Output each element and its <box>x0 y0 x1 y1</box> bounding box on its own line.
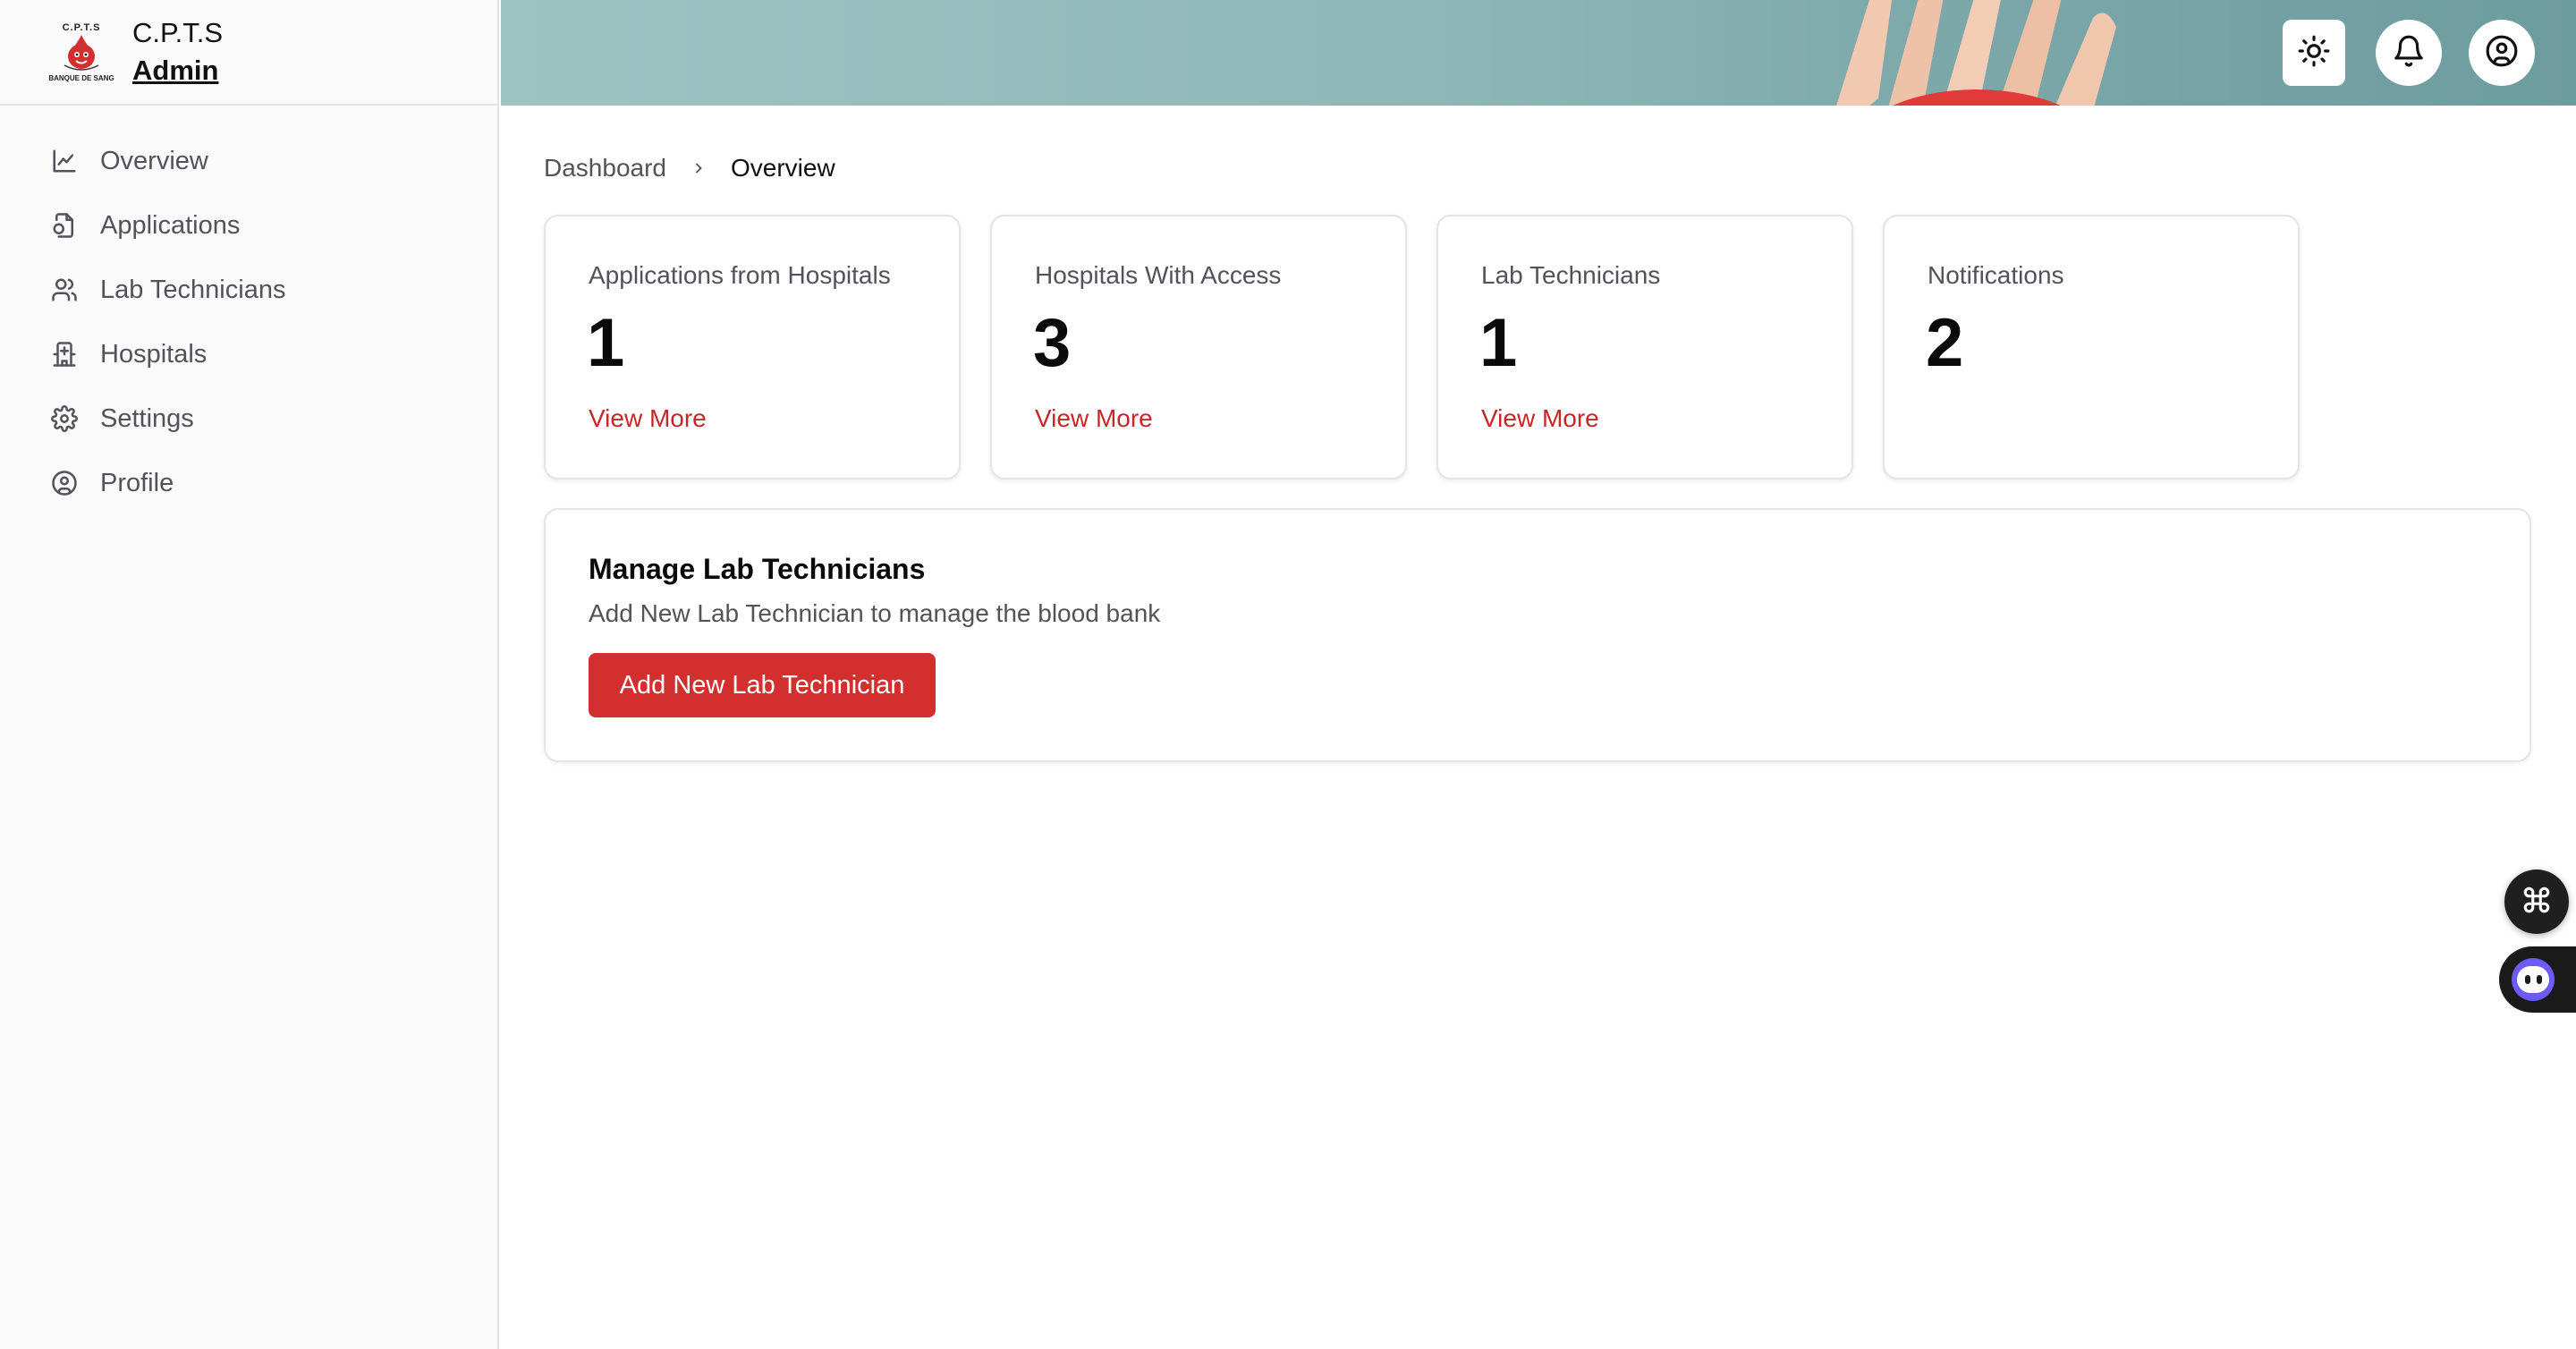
hand-holding-heart-image <box>1836 0 2116 106</box>
brand-name: C.P.T.S <box>132 17 224 49</box>
breadcrumb-current: Overview <box>730 154 835 182</box>
stat-value: 1 <box>587 305 625 381</box>
add-lab-technician-button[interactable]: Add New Lab Technician <box>589 653 936 717</box>
sidebar-item-label: Applications <box>100 210 241 240</box>
sidebar-item-hospitals[interactable]: Hospitals <box>0 322 497 386</box>
manage-card-description: Add New Lab Technician to manage the blo… <box>589 599 1161 627</box>
stat-card-hospitals: Hospitals With Access 3 View More <box>990 215 1407 479</box>
stat-card-lab-technicians: Lab Technicians 1 View More <box>1436 215 1853 479</box>
manage-lab-technicians-card: Manage Lab Technicians Add New Lab Techn… <box>544 508 2531 762</box>
main-content: Dashboard Overview Applications from Hos… <box>501 106 2576 1349</box>
sidebar-item-profile[interactable]: Profile <box>0 451 497 515</box>
breadcrumb: Dashboard Overview <box>544 154 835 182</box>
account-button[interactable] <box>2469 20 2535 86</box>
sidebar-item-lab-technicians[interactable]: Lab Technicians <box>0 258 497 322</box>
stat-value: 1 <box>1479 305 1518 381</box>
sidebar-item-overview[interactable]: Overview <box>0 129 497 193</box>
hospital-icon <box>50 340 79 369</box>
gear-icon <box>50 404 79 433</box>
view-more-link[interactable]: View More <box>1481 404 1599 433</box>
stat-value: 2 <box>1926 305 1964 381</box>
sidebar-item-applications[interactable]: Applications <box>0 193 497 258</box>
view-more-link[interactable]: View More <box>589 404 707 433</box>
view-more-link[interactable]: View More <box>1035 404 1153 433</box>
stat-card-applications: Applications from Hospitals 1 View More <box>544 215 961 479</box>
command-menu-button[interactable] <box>2504 870 2569 934</box>
brand-text: C.P.T.S Admin <box>132 17 223 86</box>
sidebar: C.P.T.S BANQUE DE SANG C.P.T.S Admin Ove <box>0 0 499 1349</box>
sidebar-item-label: Hospitals <box>100 339 208 369</box>
user-circle-icon <box>2485 34 2519 72</box>
sidebar-item-label: Overview <box>100 146 208 175</box>
sidebar-item-settings[interactable]: Settings <box>0 386 497 451</box>
stat-card-notifications: Notifications 2 <box>1883 215 2300 479</box>
line-chart-icon <box>50 147 79 175</box>
sidebar-item-label: Settings <box>100 403 194 433</box>
sidebar-item-label: Lab Technicians <box>100 275 286 304</box>
theme-toggle-button[interactable] <box>2283 20 2345 86</box>
user-circle-icon <box>50 469 79 497</box>
logo-top-text: C.P.T.S <box>62 21 101 33</box>
sidebar-nav: Overview Applications Lab Technicians Ho… <box>0 106 497 515</box>
stat-title: Lab Technicians <box>1481 261 1661 289</box>
assistant-widget-button[interactable] <box>2499 946 2576 1013</box>
notifications-button[interactable] <box>2376 20 2442 86</box>
brand: C.P.T.S BANQUE DE SANG C.P.T.S Admin <box>0 0 497 106</box>
logo-bottom-text: BANQUE DE SANG <box>48 73 114 82</box>
file-icon <box>50 211 79 240</box>
stat-title: Notifications <box>1928 261 2064 289</box>
sidebar-item-label: Profile <box>100 468 174 497</box>
assistant-bot-icon <box>2512 958 2555 1001</box>
breadcrumb-dashboard-link[interactable]: Dashboard <box>544 154 666 182</box>
brand-role-link[interactable]: Admin <box>132 55 223 87</box>
chevron-right-icon <box>686 156 711 181</box>
stat-title: Applications from Hospitals <box>589 261 891 289</box>
sun-icon <box>2297 34 2331 72</box>
command-icon <box>2521 885 2552 920</box>
bell-icon <box>2392 34 2426 72</box>
stat-value: 3 <box>1033 305 1072 381</box>
cpts-logo: C.P.T.S BANQUE DE SANG <box>48 15 114 89</box>
blood-drop-mascot-icon <box>64 34 99 71</box>
header-banner <box>501 0 2576 106</box>
manage-card-title: Manage Lab Technicians <box>589 553 926 585</box>
users-icon <box>50 276 79 304</box>
stat-title: Hospitals With Access <box>1035 261 1282 289</box>
